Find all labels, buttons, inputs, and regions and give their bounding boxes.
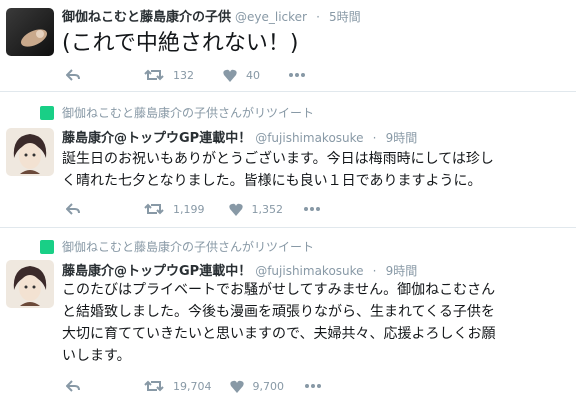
retweet-button[interactable]: 19,704	[144, 379, 212, 393]
avatar[interactable]	[6, 260, 54, 308]
retweet-count: 19,704	[173, 379, 212, 393]
more-icon	[304, 207, 320, 211]
retweet-count: 1,199	[173, 202, 205, 216]
avatar-image	[13, 134, 47, 174]
tweet-actions: 1,199 1,352	[66, 202, 321, 216]
tweet-text: このたびはプライベートでお騒がせしてすみません。御伽ねこむさん と結婚致しました…	[62, 279, 495, 367]
avatar-image	[20, 29, 48, 47]
avatar-image	[13, 266, 47, 306]
tweet[interactable]: 御伽ねこむと藤島康介の子供 @eye_licker · 5時間 (これで中絶されな…	[0, 0, 576, 92]
display-name[interactable]: 御伽ねこむと藤島康介の子供	[62, 10, 231, 25]
tweet-text-line: いします。	[62, 348, 131, 364]
retweet-badge-icon	[40, 240, 54, 254]
retweet-icon	[144, 69, 164, 81]
retweet-button[interactable]: 132	[144, 68, 194, 82]
retweet-badge-icon	[40, 106, 54, 120]
username[interactable]: @fujishimakosuke	[255, 264, 363, 278]
reply-icon	[66, 69, 80, 81]
timestamp[interactable]: 5時間	[329, 10, 361, 24]
avatar[interactable]	[6, 8, 54, 56]
time-separator: ·	[372, 131, 377, 145]
retweet-icon	[144, 203, 164, 215]
display-name[interactable]: 藤島康介@トップウGP連載中！	[62, 264, 251, 279]
tweet-text-line: く晴れた七夕となりました。皆様にも良い１日でありますように。	[62, 173, 482, 189]
tweet-actions: 19,704 9,700	[66, 379, 322, 393]
tweet[interactable]: 御伽ねこむと藤島康介の子供さんがリツイート 藤島康介@トップウGP連載中！ @fu…	[0, 92, 576, 228]
like-count: 9,700	[252, 379, 285, 393]
retweet-icon	[144, 380, 164, 392]
heart-icon	[228, 203, 243, 216]
tweet-text-line: 誕生日のお祝いもありがとうございます。今日は梅雨時にしては珍し	[62, 151, 494, 167]
heart-icon	[223, 69, 237, 82]
more-button[interactable]	[303, 206, 321, 212]
more-button[interactable]	[304, 383, 322, 389]
tweet-text: (これで中絶されない！)	[62, 31, 299, 56]
avatar[interactable]	[6, 128, 54, 176]
more-icon	[289, 73, 305, 77]
timestamp[interactable]: 9時間	[386, 131, 418, 145]
tweet-header: 藤島康介@トップウGP連載中！ @fujishimakosuke · 9時間	[62, 127, 417, 146]
timestamp[interactable]: 9時間	[386, 264, 418, 278]
reply-button[interactable]	[66, 203, 80, 215]
like-button[interactable]: 40	[223, 69, 260, 82]
tweet-text: 誕生日のお祝いもありがとうございます。今日は梅雨時にしては珍し く晴れた七夕とな…	[62, 148, 494, 192]
retweeted-by[interactable]: 御伽ねこむと藤島康介の子供さんがリツイート	[62, 238, 314, 255]
tweet[interactable]: 御伽ねこむと藤島康介の子供さんがリツイート 藤島康介@トップウGP連載中！ @fu…	[0, 228, 576, 402]
tweet-text-line: 大切に育てていきたいと思いますので、夫婦共々、応援よろしくお願	[62, 326, 496, 342]
tweet-actions: 132 40	[66, 68, 306, 82]
reply-icon	[66, 203, 80, 215]
like-button[interactable]: 1,352	[228, 202, 284, 216]
like-count: 40	[246, 68, 260, 82]
reply-icon	[66, 380, 80, 392]
retweet-button[interactable]: 1,199	[144, 202, 205, 216]
more-icon	[305, 384, 321, 388]
like-button[interactable]: 9,700	[229, 379, 285, 393]
time-separator: ·	[316, 10, 320, 24]
username[interactable]: @fujishimakosuke	[255, 131, 363, 145]
reply-button[interactable]	[66, 380, 80, 392]
tweet-text-line: と結婚致しました。今後も漫画を頑張りながら、生まれてくる子供を	[62, 304, 495, 320]
username[interactable]: @eye_licker	[235, 10, 307, 24]
retweet-count: 132	[173, 68, 194, 82]
like-count: 1,352	[251, 202, 284, 216]
heart-icon	[229, 380, 244, 393]
reply-button[interactable]	[66, 69, 80, 81]
tweet-header: 藤島康介@トップウGP連載中！ @fujishimakosuke · 9時間	[62, 260, 417, 279]
tweet-text-line: このたびはプライベートでお騒がせしてすみません。御伽ねこむさん	[62, 282, 496, 298]
retweeted-by[interactable]: 御伽ねこむと藤島康介の子供さんがリツイート	[62, 104, 314, 121]
display-name[interactable]: 藤島康介@トップウGP連載中！	[62, 131, 251, 146]
more-button[interactable]	[288, 72, 306, 78]
time-separator: ·	[372, 264, 377, 278]
tweet-header: 御伽ねこむと藤島康介の子供 @eye_licker · 5時間	[62, 6, 361, 25]
